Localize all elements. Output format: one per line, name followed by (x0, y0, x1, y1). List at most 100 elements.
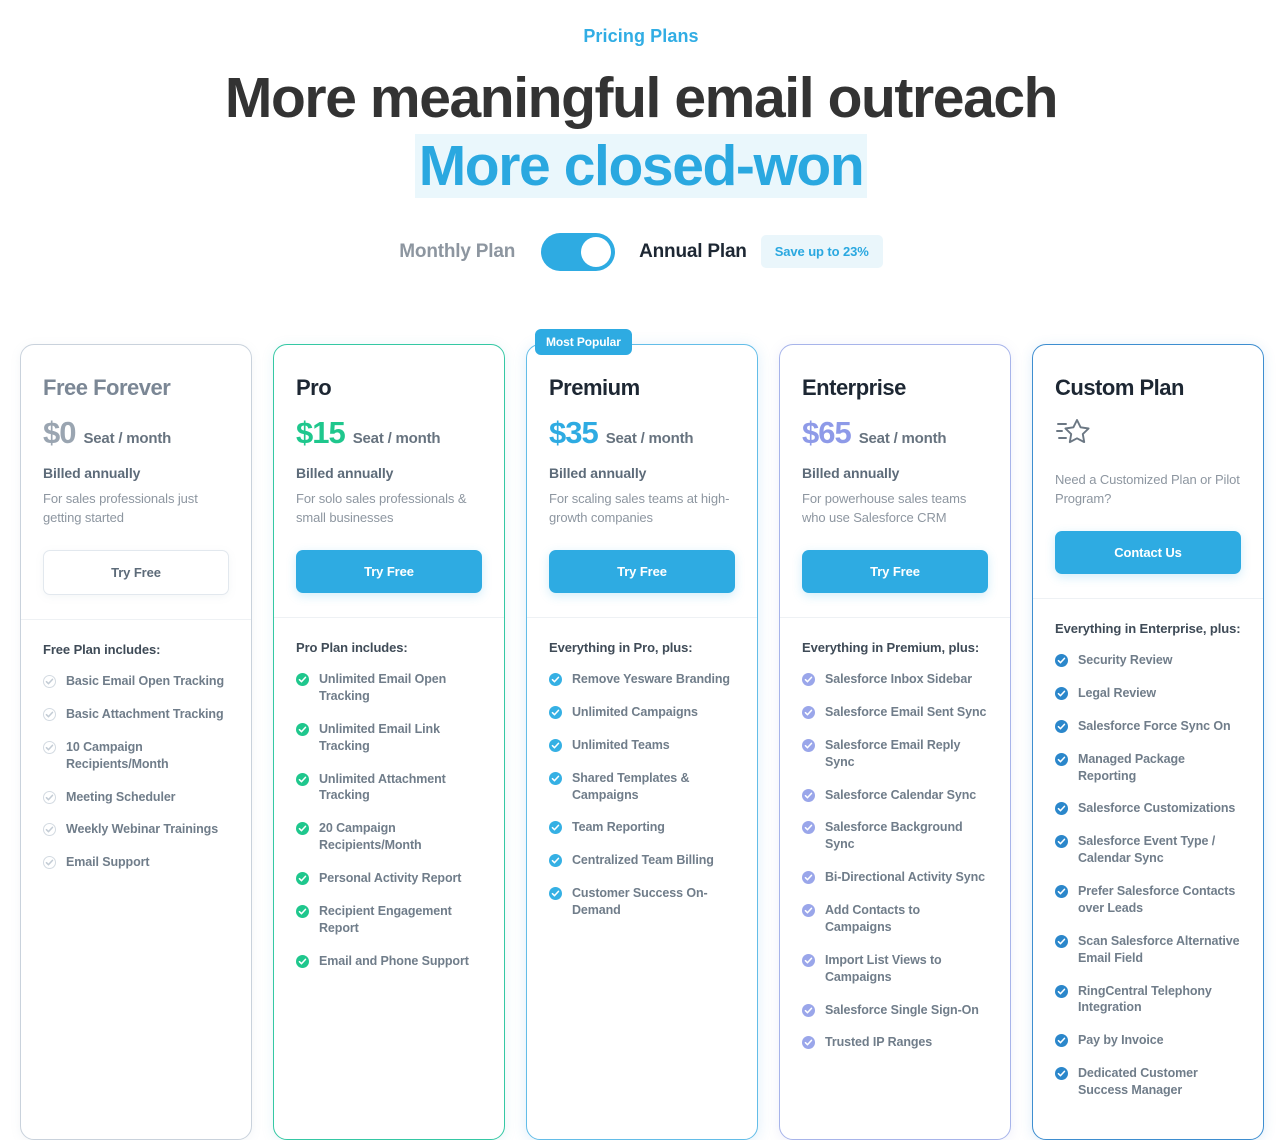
pricing-card-custom-plan[interactable]: Custom Plan Need a Customized Plan or Pi… (1032, 344, 1264, 1140)
plan-description: For sales professionals just getting sta… (43, 491, 198, 525)
feature-item: Salesforce Force Sync On (1055, 718, 1241, 735)
feature-label: Personal Activity Report (319, 871, 462, 885)
check-icon (549, 738, 562, 752)
feature-item: Customer Success On-Demand (549, 885, 735, 919)
check-icon (1055, 802, 1068, 816)
feature-list: Salesforce Inbox Sidebar Salesforce Email… (802, 671, 988, 1051)
feature-label: Prefer Salesforce Contacts over Leads (1078, 884, 1236, 915)
check-icon (549, 705, 562, 719)
check-icon (549, 673, 562, 686)
card-divider (527, 617, 757, 618)
feature-item: Managed Package Reporting (1055, 751, 1241, 785)
check-icon (1055, 835, 1068, 849)
check-icon (296, 954, 309, 968)
check-icon (43, 740, 56, 754)
pricing-card-enterprise[interactable]: Enterprise $65 Seat / month Billed annua… (779, 344, 1011, 1140)
feature-item: Personal Activity Report (296, 870, 482, 887)
feature-label: 10 Campaign Recipients/Month (66, 739, 169, 771)
feature-label: Trusted IP Ranges (825, 1035, 933, 1050)
plan-price-unit: Seat / month (605, 430, 694, 447)
pricing-card-free-forever[interactable]: Free Forever $0 Seat / month Billed annu… (20, 344, 252, 1140)
feature-label: Unlimited Campaigns (572, 704, 698, 719)
check-icon (43, 790, 56, 804)
check-icon (296, 872, 309, 885)
annual-plan-label[interactable]: Annual Plan (639, 241, 747, 263)
pricing-card-premium[interactable]: Most Popular Premium $35 Seat / month Bi… (526, 329, 758, 1140)
feature-list: Unlimited Email Open Tracking Unlimited E… (296, 671, 482, 970)
feature-label: Salesforce Customizations (1078, 801, 1236, 816)
billing-period-toggle[interactable] (541, 232, 616, 271)
feature-list: Basic Email Open Tracking Basic Attachmen… (43, 673, 229, 871)
try-free-button[interactable]: Try Free (296, 550, 482, 593)
feature-item: Unlimited Email Open Tracking (296, 671, 482, 705)
check-icon (296, 822, 309, 836)
feature-item: Salesforce Inbox Sidebar (802, 671, 988, 688)
feature-label: Unlimited Teams (572, 737, 670, 752)
card-divider (1033, 598, 1263, 599)
plan-name: Custom Plan (1055, 375, 1184, 400)
check-icon (549, 821, 562, 835)
feature-label: 20 Campaign Recipients/Month (319, 821, 422, 853)
try-free-button[interactable]: Try Free (802, 550, 988, 593)
feature-label: Salesforce Event Type / Calendar Sync (1078, 834, 1216, 866)
monthly-plan-label[interactable]: Monthly Plan (399, 241, 515, 263)
feature-label: Dedicated Customer Success Manager (1078, 1066, 1198, 1097)
feature-item: Meeting Scheduler (43, 789, 229, 806)
plan-name: Enterprise (802, 375, 906, 400)
plan-name: Pro (296, 375, 332, 400)
savings-badge: Save up to 23% (760, 235, 883, 269)
check-icon (1055, 1067, 1068, 1081)
check-icon (43, 675, 56, 688)
feature-item: 10 Campaign Recipients/Month (43, 739, 229, 773)
check-icon (1055, 934, 1068, 948)
feature-label: Customer Success On-Demand (572, 886, 708, 917)
check-icon (549, 887, 562, 901)
feature-item: Weekly Webinar Trainings (43, 821, 229, 838)
try-free-button[interactable]: Try Free (549, 550, 735, 593)
pricing-card-grid: Free Forever $0 Seat / month Billed annu… (20, 329, 1264, 1140)
feature-list: Security Review Legal Review Salesforce Fo… (1055, 652, 1241, 1099)
check-icon (802, 904, 815, 917)
plan-price: $15 (296, 415, 346, 450)
feature-label: Team Reporting (572, 820, 665, 835)
contact-us-button[interactable]: Contact Us (1055, 531, 1241, 574)
plan-price-row: $35 Seat / month (549, 415, 735, 451)
check-icon (43, 856, 56, 870)
plan-price-row: $65 Seat / month (802, 415, 988, 451)
check-icon (1055, 719, 1068, 733)
feature-item: Legal Review (1055, 685, 1241, 702)
feature-label: Meeting Scheduler (66, 789, 176, 804)
feature-item: Unlimited Attachment Tracking (296, 771, 482, 805)
feature-label: Remove Yesware Branding (572, 672, 730, 686)
plan-price: $0 (43, 415, 76, 450)
feature-label: Salesforce Email Sent Sync (825, 704, 987, 719)
shooting-star-icon (1055, 415, 1241, 449)
feature-label: Legal Review (1078, 685, 1156, 700)
feature-item: Email and Phone Support (296, 953, 482, 970)
feature-item: Security Review (1055, 652, 1241, 669)
feature-label: Salesforce Email Reply Sync (825, 737, 961, 769)
feature-label: Scan Salesforce Alternative Email Field (1078, 933, 1240, 965)
feature-label: Email and Phone Support (319, 953, 469, 968)
feature-label: Salesforce Single Sign-On (825, 1002, 979, 1017)
plan-price: $35 (549, 415, 599, 450)
pricing-card-pro[interactable]: Pro $15 Seat / month Billed annually For… (273, 344, 505, 1140)
check-icon (296, 722, 309, 736)
feature-item: Add Contacts to Campaigns (802, 902, 988, 936)
plan-name: Premium (549, 375, 640, 400)
feature-label: Unlimited Attachment Tracking (319, 771, 446, 803)
check-icon (802, 673, 815, 686)
try-free-button[interactable]: Try Free (43, 550, 229, 595)
plan-billing-note: Billed annually (296, 465, 394, 481)
feature-item: Salesforce Event Type / Calendar Sync (1055, 833, 1241, 867)
feature-label: Basic Attachment Tracking (66, 706, 224, 721)
check-icon (296, 673, 309, 686)
plan-billing-note: Billed annually (802, 465, 900, 481)
check-icon (802, 1003, 815, 1017)
feature-item: Basic Email Open Tracking (43, 673, 229, 690)
feature-item: Recipient Engagement Report (296, 903, 482, 937)
most-popular-badge: Most Popular (535, 329, 632, 355)
plan-description: Need a Customized Plan or Pilot Program? (1055, 472, 1240, 506)
page-subtitle: More closed-won (0, 133, 1282, 199)
page-subtitle-highlight: More closed-won (414, 133, 868, 198)
